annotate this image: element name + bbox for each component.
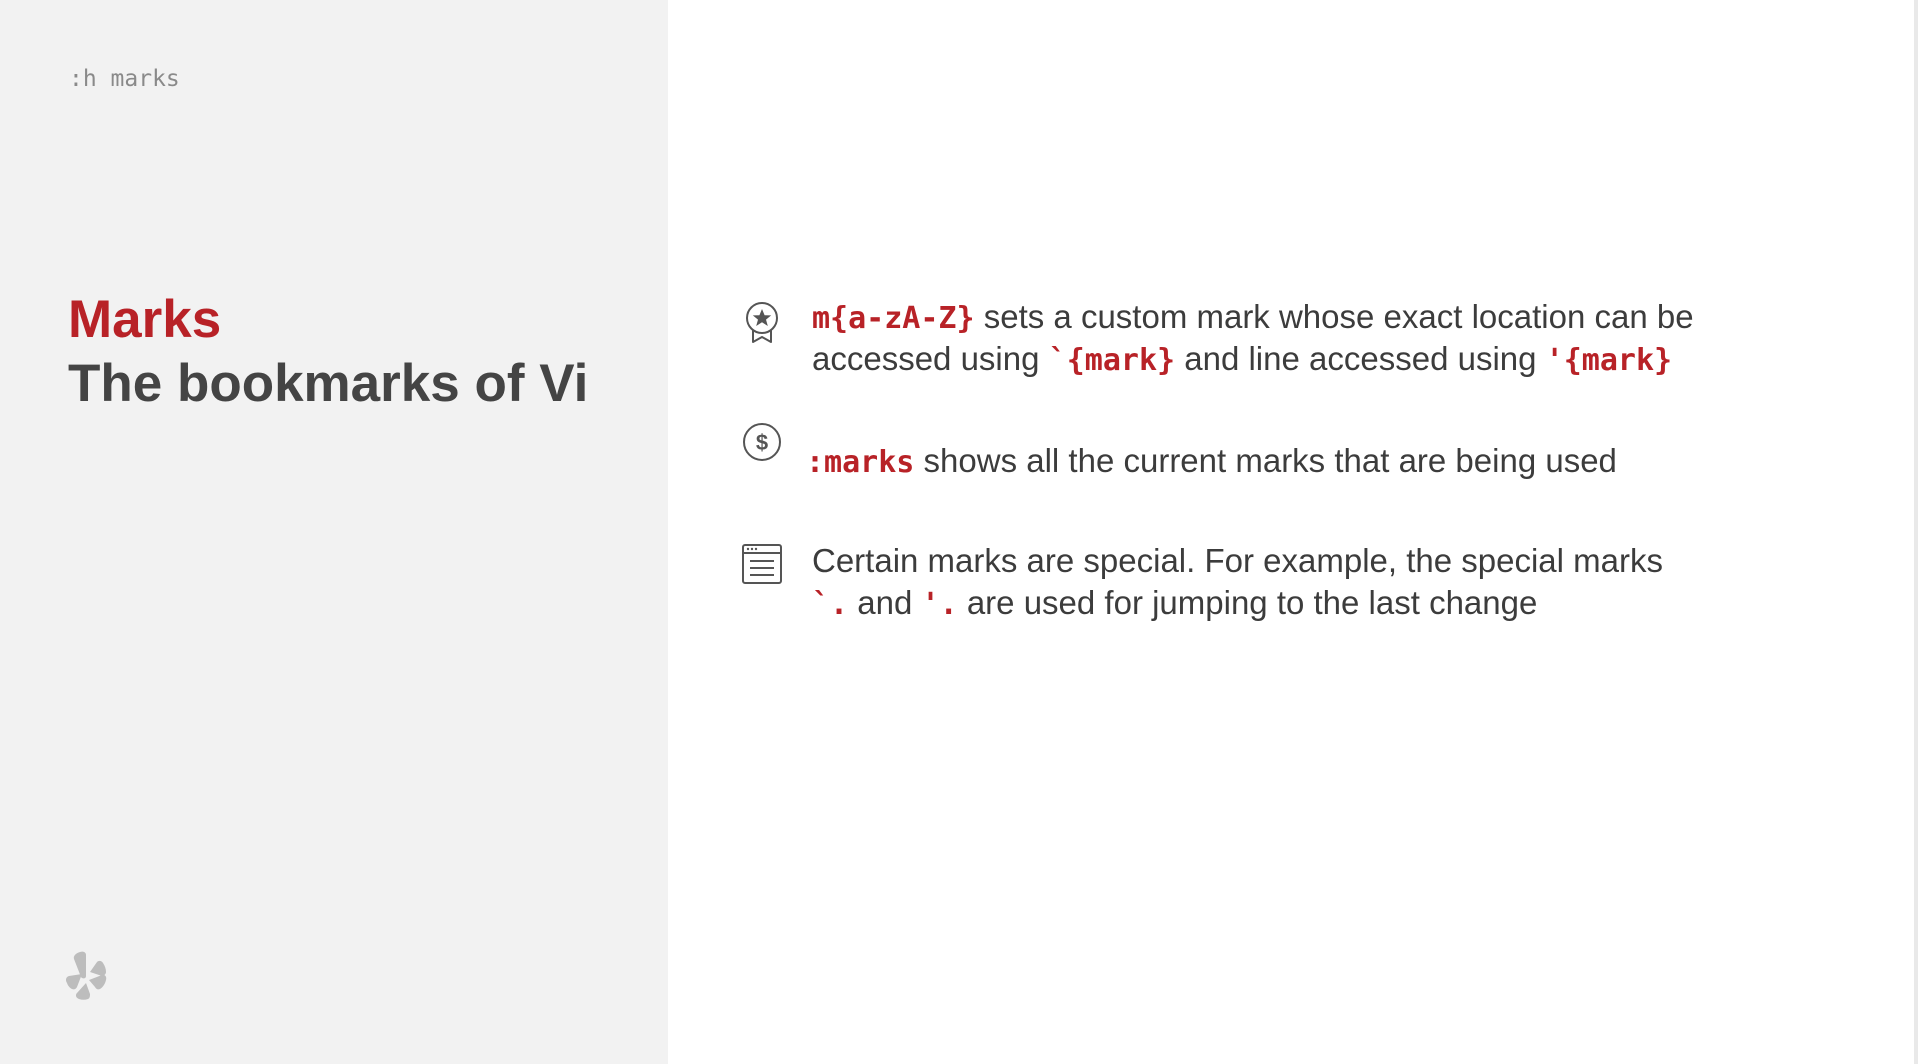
left-panel: :h marks Marks The bookmarks of Vi [0,0,668,1064]
slide-right-edge [1914,0,1918,1064]
code-snippet: `{mark} [1048,343,1176,378]
document-window-icon [742,544,782,584]
dollar-coin-icon: $ [743,423,781,461]
bullet-text-line: Certain marks are special. For example, … [812,540,1663,582]
bullet-text: sets a custom mark whose exact location … [974,298,1694,335]
slide-title: Marks [68,290,222,349]
yelp-burst-icon [66,951,107,1000]
bullet-marks-command: $ :marks shows all the current marks tha… [740,420,1860,490]
bullet-text: shows all the current marks that are bei… [914,442,1617,479]
bullet-text: Certain marks are special. For example, … [812,542,1663,579]
bullet-text-line: accessed using `{mark} and line accessed… [812,338,1672,382]
code-snippet: '. [921,587,958,622]
bullet-text: accessed using [812,340,1049,377]
slide: :h marks Marks The bookmarks of Vi m{a-z… [0,0,1918,1064]
slide-subtitle: The bookmarks of Vi [68,354,589,413]
bullet-text-line: `. and '. are used for jumping to the la… [812,582,1537,626]
code-snippet: '{mark} [1545,343,1673,378]
bullet-text-line: m{a-zA-Z} sets a custom mark whose exact… [812,296,1694,340]
svg-text:$: $ [756,430,768,455]
bullet-text: are used for jumping to the last change [957,584,1538,621]
bullet-text: and [848,584,922,621]
award-ribbon-icon [746,302,778,343]
bullet-text: and line accessed using [1175,340,1546,377]
help-command: :h marks [69,66,180,92]
bullet-special-marks: Certain marks are special. For example, … [740,540,1860,640]
code-snippet: :marks [806,445,915,480]
code-snippet: `. [812,587,849,622]
bullet-text-line: :marks shows all the current marks that … [806,440,1617,484]
bullet-custom-mark: m{a-zA-Z} sets a custom mark whose exact… [740,296,1860,396]
code-snippet: m{a-zA-Z} [812,301,975,336]
